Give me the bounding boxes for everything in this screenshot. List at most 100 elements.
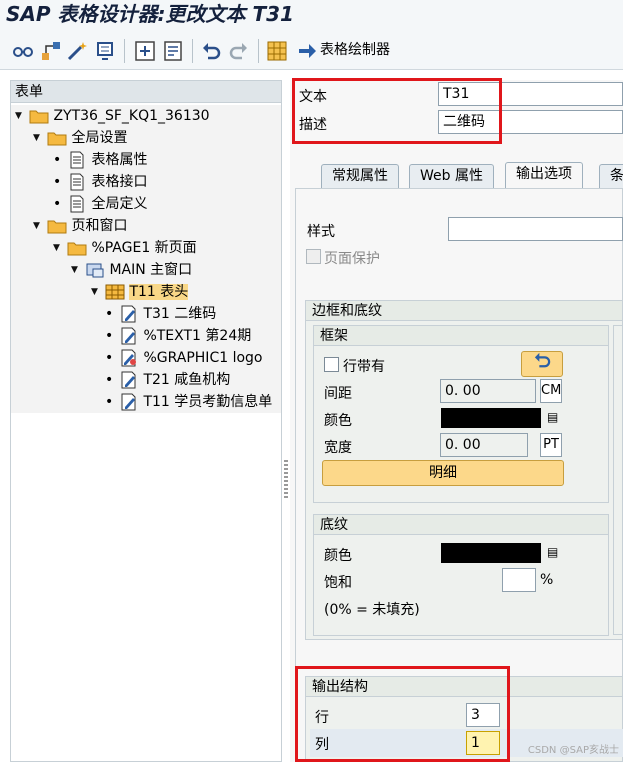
glasses-icon[interactable] [12, 40, 34, 62]
bullet-icon: • [105, 372, 114, 388]
splitter-handle[interactable] [284, 460, 288, 500]
undo-frame-button[interactable] [521, 351, 563, 377]
tree-node[interactable]: • %TEXT1 第24期 [11, 325, 281, 347]
frame-color-swatch[interactable] [441, 408, 541, 428]
tree-node[interactable]: ▼ 全局设置 [11, 127, 281, 149]
spacing-label: 间距 [324, 386, 352, 402]
tab-strip: 常规属性 Web 属性 输出选项 条 [295, 160, 623, 188]
page-protect-label: 页面保护 [324, 251, 380, 267]
bullet-icon: • [53, 174, 62, 190]
tree-node[interactable]: • 全局定义 [11, 193, 281, 215]
color-picker-icon[interactable]: ▤ [547, 545, 558, 559]
toolbar-separator [258, 39, 259, 63]
tree-node-label: T11 学员考勤信息单 [143, 394, 273, 410]
saturation-field[interactable] [502, 568, 536, 592]
tree-node[interactable]: • T21 咸鱼机构 [11, 369, 281, 391]
folder-icon [67, 240, 91, 256]
shading-color-swatch[interactable] [441, 543, 541, 563]
detail-button[interactable]: 明细 [322, 460, 564, 486]
tree-node[interactable]: ▼ T11 表头 [11, 281, 281, 303]
window-icon [85, 262, 109, 278]
style-field[interactable] [448, 217, 623, 241]
tree-node[interactable]: • T31 二维码 [11, 303, 281, 325]
tree-node[interactable]: • 表格属性 [11, 149, 281, 171]
bullet-icon: • [53, 196, 62, 212]
grid-settings-icon[interactable] [266, 40, 288, 62]
expand-triangle-icon[interactable]: ▼ [33, 215, 43, 237]
right-subgroup [613, 325, 623, 635]
tree-node[interactable]: ▼ 页和窗口 [11, 215, 281, 237]
bullet-icon: • [105, 394, 114, 410]
hierarchy-icon[interactable] [40, 40, 62, 62]
tree-node-label: %PAGE1 新页面 [91, 240, 197, 256]
expand-triangle-icon[interactable]: ▼ [71, 259, 81, 281]
window-title: SAP 表格设计器:更改文本 T31 [6, 2, 294, 26]
shading-note: (0% = 未填充) [324, 602, 420, 618]
bullet-icon: • [53, 152, 62, 168]
table-icon [105, 284, 129, 300]
expand-triangle-icon[interactable]: ▼ [53, 237, 63, 259]
expand-triangle-icon[interactable]: ▼ [15, 105, 25, 127]
tree-node-label: 页和窗口 [71, 218, 128, 234]
add-node-icon[interactable] [134, 40, 156, 62]
display-object-icon[interactable] [94, 40, 116, 62]
tree-node[interactable]: ▼ %PAGE1 新页面 [11, 237, 281, 259]
undo-icon[interactable] [200, 40, 222, 62]
folder-icon [47, 130, 71, 146]
expand-triangle-icon[interactable]: ▼ [91, 281, 101, 303]
tree-node-label: ZYT36_SF_KQ1_36130 [53, 108, 210, 124]
tree-node[interactable]: ▼ ZYT36_SF_KQ1_36130 [11, 105, 281, 127]
application-toolbar: 表格绘制器 [0, 30, 623, 70]
tree-node[interactable]: ▼ MAIN 主窗口 [11, 259, 281, 281]
tree-node-label: MAIN 主窗口 [109, 262, 193, 278]
tree-node-label: 全局定义 [91, 196, 148, 212]
tab-output-options[interactable]: 输出选项 [505, 162, 583, 188]
tree-node[interactable]: • 表格接口 [11, 171, 281, 193]
width-unit[interactable]: PT [540, 433, 562, 457]
tree-node-label: %GRAPHIC1 logo [143, 350, 263, 366]
width-field[interactable]: 0. 00 [440, 433, 528, 457]
frame-title: 框架 [314, 326, 608, 346]
page-protect-checkbox[interactable] [306, 249, 321, 264]
spacing-field[interactable]: 0. 00 [440, 379, 536, 403]
expand-triangle-icon[interactable]: ▼ [33, 127, 43, 149]
arrow-right-icon[interactable] [296, 40, 318, 62]
tab-web-attributes[interactable]: Web 属性 [409, 164, 494, 188]
text-edit-icon [119, 327, 143, 345]
watermark: CSDN @SAP亥战士 [527, 745, 619, 756]
tree-node[interactable]: • %GRAPHIC1 logo [11, 347, 281, 369]
borders-shading-title: 边框和底纹 [306, 301, 622, 321]
tab-conditions[interactable]: 条 [599, 164, 623, 188]
shading-color-label: 颜色 [324, 548, 352, 564]
toolbar-separator [192, 39, 193, 63]
form-tree: 表单 ▼ ZYT36_SF_KQ1_36130 ▼ 全局设置 • 表格属性 • 表格接… [10, 80, 282, 762]
color-picker-icon[interactable]: ▤ [547, 410, 558, 424]
tree-node[interactable]: • T11 学员考勤信息单 [11, 391, 281, 413]
bullet-icon: • [105, 306, 114, 322]
tree-node-label: 全局设置 [71, 130, 128, 146]
spacing-unit[interactable]: CM [540, 379, 562, 403]
form-icon[interactable] [162, 40, 184, 62]
bullet-icon: • [105, 328, 114, 344]
document-icon [67, 173, 91, 191]
style-label: 样式 [307, 224, 335, 240]
text-edit-icon [119, 393, 143, 411]
frame-line-label: 行带有 [343, 359, 385, 375]
text-edit-icon [119, 371, 143, 389]
highlight-box [295, 666, 510, 762]
tree-node-label: %TEXT1 第24期 [143, 328, 252, 344]
toolbar-separator [124, 39, 125, 63]
tree-node-label: T21 咸鱼机构 [143, 372, 231, 388]
redo-icon[interactable] [228, 40, 250, 62]
folder-icon [29, 108, 53, 124]
highlight-box [292, 78, 502, 144]
color-label: 颜色 [324, 413, 352, 429]
tree-node-label: 表格属性 [91, 152, 148, 168]
frame-line-checkbox[interactable] [324, 357, 339, 372]
shading-title: 底纹 [314, 515, 608, 535]
tab-general-attributes[interactable]: 常规属性 [321, 164, 399, 188]
magic-wand-icon[interactable] [66, 40, 88, 62]
tree-node-label: T11 表头 [129, 284, 189, 300]
document-icon [67, 195, 91, 213]
form-painter-button[interactable]: 表格绘制器 [320, 40, 390, 60]
